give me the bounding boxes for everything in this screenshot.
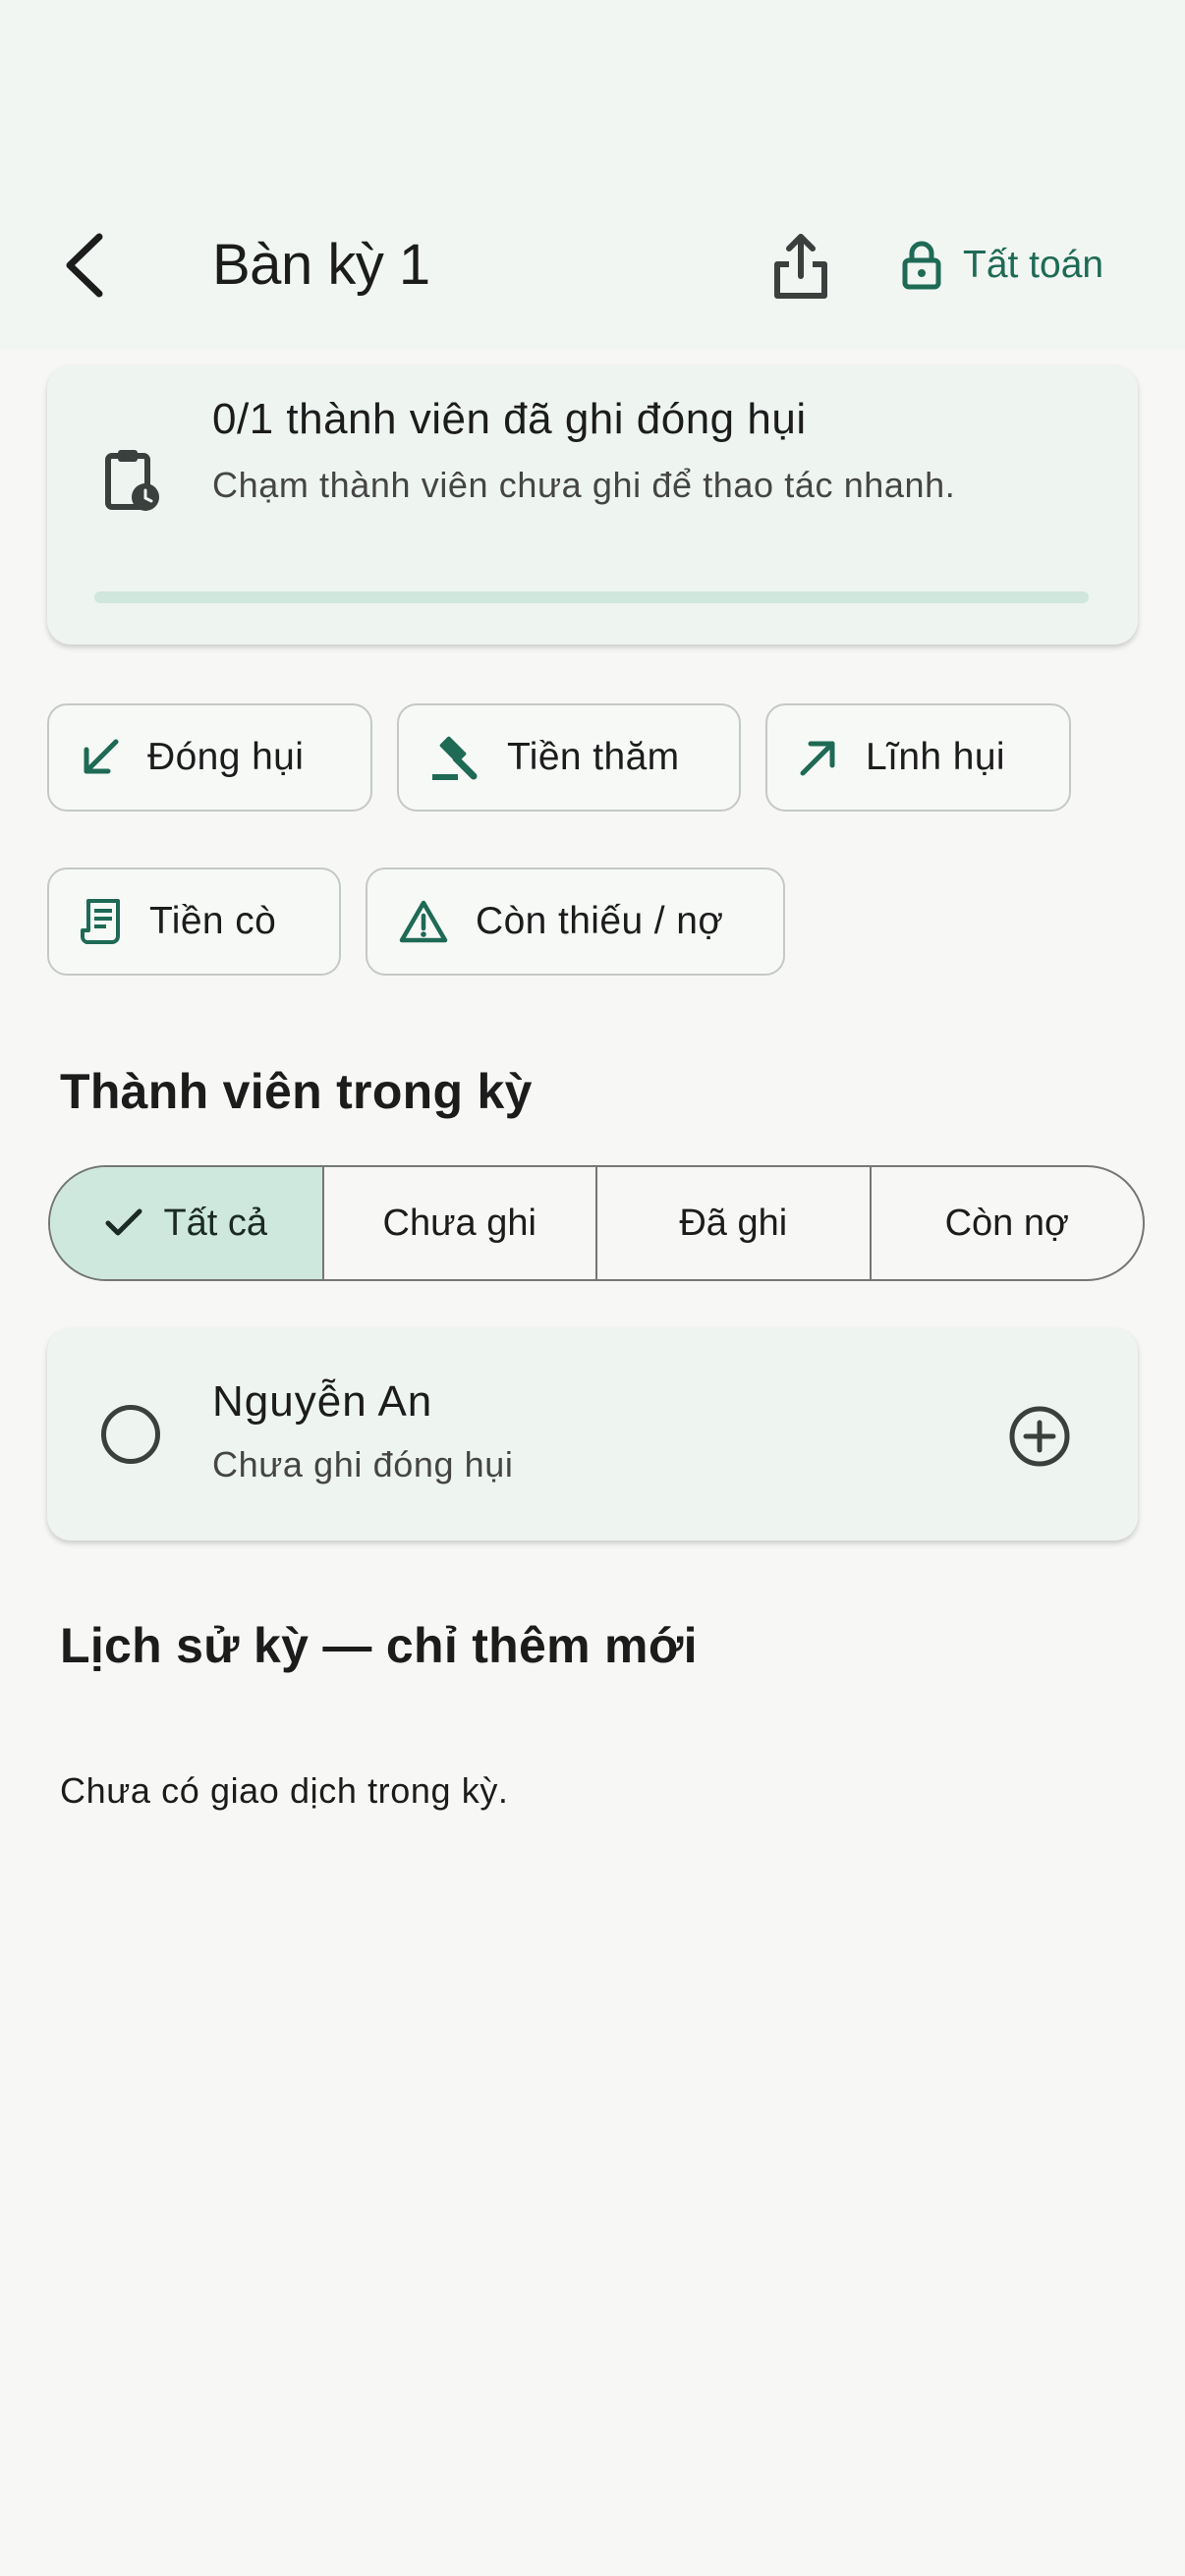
arrow-down-left-icon [84, 739, 119, 774]
settle-button[interactable]: Tất toán [902, 221, 1103, 309]
members-section-title: Thành viên trong kỳ [60, 1064, 533, 1119]
back-button[interactable] [49, 221, 118, 309]
member-radio[interactable] [101, 1405, 160, 1464]
top-app-bar: Bàn kỳ 1 Tất toán [0, 0, 1185, 350]
share-button[interactable] [759, 221, 843, 309]
receive-payout-button[interactable]: Lĩnh hụi [765, 703, 1071, 812]
warning-icon [399, 900, 448, 943]
clipboard-clock-icon [105, 450, 159, 511]
chevron-left-icon [66, 233, 103, 298]
action-label: Tiền cò [149, 900, 277, 942]
lock-icon [902, 241, 941, 290]
add-transaction-button[interactable] [990, 1387, 1089, 1485]
history-empty-text: Chưa có giao dịch trong kỳ. [60, 1770, 509, 1811]
member-filter-segmented-control: Tất cả Chưa ghi Đã ghi Còn nợ [48, 1165, 1145, 1281]
gavel-icon [432, 736, 478, 780]
bid-money-button[interactable]: Tiền thăm [397, 703, 741, 812]
filter-label: Còn nợ [944, 1202, 1069, 1244]
add-circle-icon [1009, 1406, 1070, 1467]
check-icon [105, 1208, 142, 1236]
filter-label: Chưa ghi [382, 1202, 536, 1244]
progress-card: 0/1 thành viên đã ghi đóng hụi Chạm thàn… [47, 365, 1138, 644]
filter-in-debt[interactable]: Còn nợ [869, 1167, 1144, 1279]
action-label: Tiền thăm [507, 736, 680, 778]
action-label: Lĩnh hụi [866, 736, 1005, 778]
action-label: Đóng hụi [147, 736, 305, 778]
filter-label: Tất cả [163, 1202, 268, 1244]
settle-label: Tất toán [963, 244, 1104, 286]
member-status: Chưa ghi đóng hụi [212, 1444, 514, 1484]
filter-all[interactable]: Tất cả [50, 1167, 322, 1279]
member-card[interactable]: Nguyễn An Chưa ghi đóng hụi [47, 1328, 1138, 1540]
progress-bar [94, 591, 1089, 603]
filter-recorded[interactable]: Đã ghi [595, 1167, 870, 1279]
outstanding-debt-button[interactable]: Còn thiếu / nợ [366, 868, 785, 976]
share-icon [774, 234, 827, 299]
pay-contribution-button[interactable]: Đóng hụi [47, 703, 372, 812]
page-title: Bàn kỳ 1 [212, 233, 430, 297]
progress-title: 0/1 thành viên đã ghi đóng hụi [212, 395, 807, 443]
filter-label: Đã ghi [679, 1202, 788, 1244]
commission-button[interactable]: Tiền cò [47, 868, 341, 976]
progress-subtitle: Chạm thành viên chưa ghi để thao tác nha… [212, 465, 956, 505]
action-label: Còn thiếu / nợ [476, 900, 724, 942]
history-section-title: Lịch sử kỳ — chỉ thêm mới [60, 1618, 698, 1673]
receipt-icon [81, 899, 120, 944]
arrow-up-right-icon [800, 741, 835, 776]
filter-not-recorded[interactable]: Chưa ghi [321, 1167, 596, 1279]
member-name: Nguyễn An [212, 1377, 433, 1426]
